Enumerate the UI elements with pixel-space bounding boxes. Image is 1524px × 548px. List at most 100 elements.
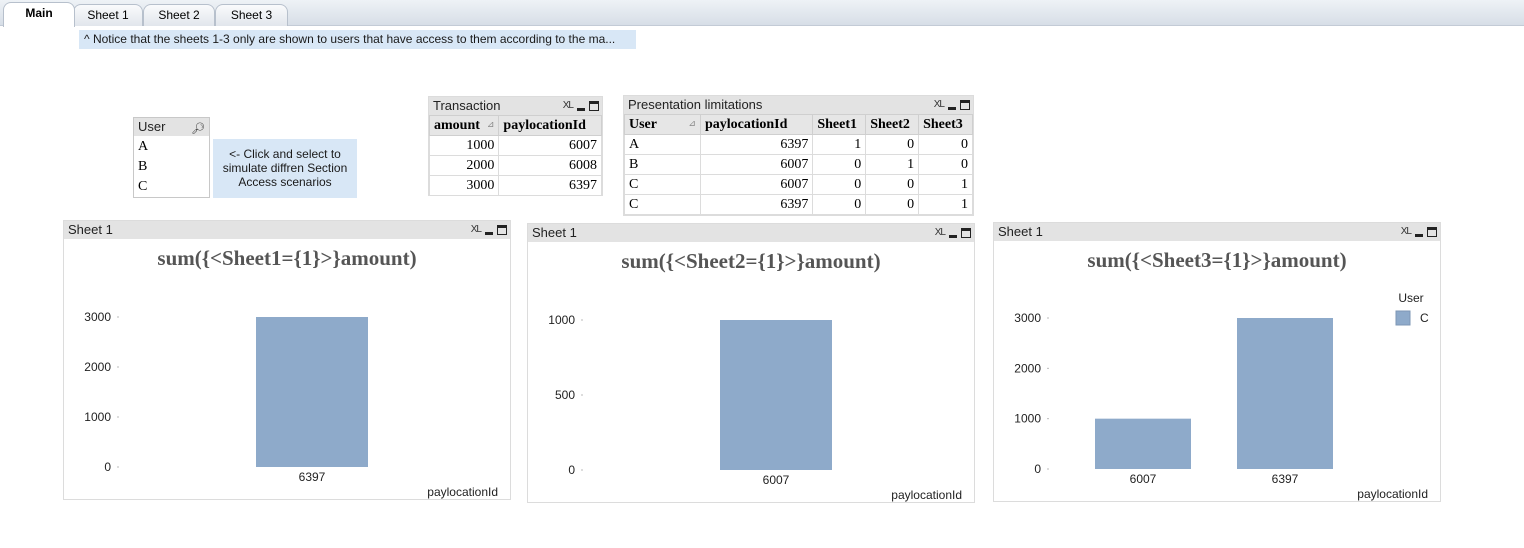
y-tick-label: 0: [104, 460, 111, 474]
chart-caption: Sheet 1 XL: [994, 223, 1440, 241]
y-tick-label: 3000: [1014, 311, 1041, 325]
chart-plot-area: sum({<Sheet3={1}>}amount) 0 1000 2000 3000 60…: [1014, 248, 1429, 501]
legend-entry[interactable]: C: [1420, 311, 1429, 325]
column-header[interactable]: paylocationId: [498, 115, 602, 136]
maximize-icon[interactable]: [589, 101, 599, 111]
listbox-item-a[interactable]: A: [134, 137, 209, 157]
column-header[interactable]: Sheet1: [812, 114, 867, 135]
transaction-table: amount ⊿ paylocationId 1000 6007 2000 600…: [428, 115, 602, 196]
xl-export-icon[interactable]: XL: [471, 221, 482, 239]
y-tick-label: 1000: [1014, 412, 1041, 426]
xl-export-icon[interactable]: XL: [1401, 223, 1412, 241]
table-cell[interactable]: 0: [812, 194, 867, 215]
maximize-icon[interactable]: [497, 225, 507, 235]
maximize-icon[interactable]: [1427, 227, 1437, 237]
table-cell[interactable]: 3000: [428, 175, 500, 196]
xl-export-icon[interactable]: XL: [935, 224, 946, 242]
table-cell[interactable]: 0: [812, 174, 867, 195]
legend-swatch[interactable]: [1395, 310, 1411, 326]
table-cell[interactable]: 1: [918, 174, 973, 195]
maximize-icon[interactable]: [961, 228, 971, 238]
table-cell[interactable]: 6007: [498, 135, 602, 156]
table-cell[interactable]: C: [624, 174, 701, 195]
minimize-icon[interactable]: [948, 107, 956, 110]
table-cell[interactable]: 6008: [498, 155, 602, 176]
chart-title: sum({<Sheet1={1}>}amount): [157, 246, 416, 270]
table-cell[interactable]: 2000: [428, 155, 500, 176]
table-row: A 6397 1 0 0: [624, 134, 973, 155]
tab-sheet-3[interactable]: Sheet 3: [215, 4, 288, 26]
table-cell[interactable]: 0: [812, 154, 867, 175]
minimize-icon[interactable]: [1415, 234, 1423, 237]
table-cell[interactable]: B: [624, 154, 701, 175]
column-header[interactable]: Sheet3: [918, 114, 973, 135]
y-tick-label: 500: [555, 388, 575, 402]
chart-sheet3-amount[interactable]: Sheet 1 XL sum({<Sheet3={1}>}amount) 0 100…: [993, 222, 1441, 502]
chart-title: sum({<Sheet3={1}>}amount): [1087, 248, 1346, 272]
user-listbox[interactable]: User 🔎︎ A B C: [133, 117, 210, 198]
table-cell[interactable]: 0: [865, 174, 920, 195]
search-icon[interactable]: 🔎︎: [191, 120, 205, 138]
minimize-icon[interactable]: [485, 232, 493, 235]
x-tick-label: 6007: [763, 473, 790, 487]
chart-caption: Sheet 1 XL: [528, 224, 974, 242]
table-cell[interactable]: 6007: [699, 154, 814, 175]
table-cell[interactable]: C: [624, 194, 701, 215]
table-cell[interactable]: 6397: [699, 134, 814, 155]
sort-icon: ⊿: [688, 118, 696, 128]
table-cell[interactable]: 1: [812, 134, 867, 155]
column-header[interactable]: Sheet2: [865, 114, 920, 135]
table-cell[interactable]: 0: [865, 194, 920, 215]
table-cell[interactable]: 0: [918, 154, 973, 175]
tab-sheet-1[interactable]: Sheet 1: [73, 4, 143, 26]
sort-icon: ⊿: [486, 119, 495, 129]
table-row: C 6397 0 0 1: [624, 194, 973, 215]
column-header[interactable]: User ⊿: [624, 114, 701, 135]
table-cell[interactable]: 0: [918, 134, 973, 155]
y-tick-label: 1000: [84, 410, 111, 424]
column-header[interactable]: paylocationId: [699, 114, 814, 135]
xl-export-icon[interactable]: XL: [563, 97, 574, 115]
tab-sheet-2[interactable]: Sheet 2: [143, 4, 215, 26]
table-cell[interactable]: 6397: [498, 175, 602, 196]
table-cell[interactable]: 1: [865, 154, 920, 175]
xl-export-icon[interactable]: XL: [934, 96, 945, 114]
tab-main[interactable]: Main: [3, 2, 75, 27]
bar[interactable]: [1237, 318, 1333, 469]
chart-sheet2-amount[interactable]: Sheet 1 XL sum({<Sheet2={1}>}amount) 0 500…: [527, 223, 975, 503]
bar[interactable]: [256, 317, 368, 467]
y-tick-label: 1000: [548, 313, 575, 327]
minimize-icon[interactable]: [577, 108, 585, 111]
y-tick-label: 2000: [84, 360, 111, 374]
bar[interactable]: [720, 320, 832, 470]
maximize-icon[interactable]: [960, 100, 970, 110]
table-cell[interactable]: 6397: [699, 194, 814, 215]
transaction-table-box: Transaction XL amount ⊿ paylocationId 100…: [428, 96, 603, 196]
legend-title: User: [1398, 291, 1423, 305]
table-cell[interactable]: A: [624, 134, 701, 155]
hint-text-box: <- Click and select to simulate diffren …: [213, 139, 357, 198]
sheet-tab-bar: Main Sheet 1 Sheet 2 Sheet 3: [0, 0, 1524, 27]
presentation-table: User ⊿ paylocationId Sheet1 Sheet2 Sheet3…: [624, 114, 973, 215]
table-cell[interactable]: 0: [865, 134, 920, 155]
listbox-caption: User 🔎︎: [134, 118, 209, 136]
bar[interactable]: [1095, 418, 1191, 469]
x-tick-label: 6397: [1272, 472, 1299, 486]
table-cell[interactable]: 6007: [699, 174, 814, 195]
table-cell[interactable]: 1: [918, 194, 973, 215]
chart-plot-area: sum({<Sheet1={1}>}amount) 0 1000 2000 3000 63…: [84, 246, 498, 499]
table-cell[interactable]: 1000: [428, 135, 500, 156]
chart-title: sum({<Sheet2={1}>}amount): [621, 249, 880, 273]
minimize-icon[interactable]: [949, 235, 957, 238]
chart-sheet1-amount[interactable]: Sheet 1 XL sum({<Sheet1={1}>}amount) 0 100…: [63, 220, 511, 500]
x-axis-label: paylocationId: [891, 488, 962, 502]
column-header[interactable]: amount ⊿: [428, 115, 500, 136]
x-axis-label: paylocationId: [427, 485, 498, 499]
listbox-item-b[interactable]: B: [134, 157, 209, 177]
y-tick-label: 2000: [1014, 361, 1041, 375]
transaction-caption: Transaction XL: [429, 97, 602, 115]
table-row: 2000 6008: [428, 155, 602, 176]
chart-window-title: Sheet 1: [68, 222, 113, 237]
listbox-item-c[interactable]: C: [134, 177, 209, 197]
x-tick-label: 6397: [299, 470, 326, 484]
